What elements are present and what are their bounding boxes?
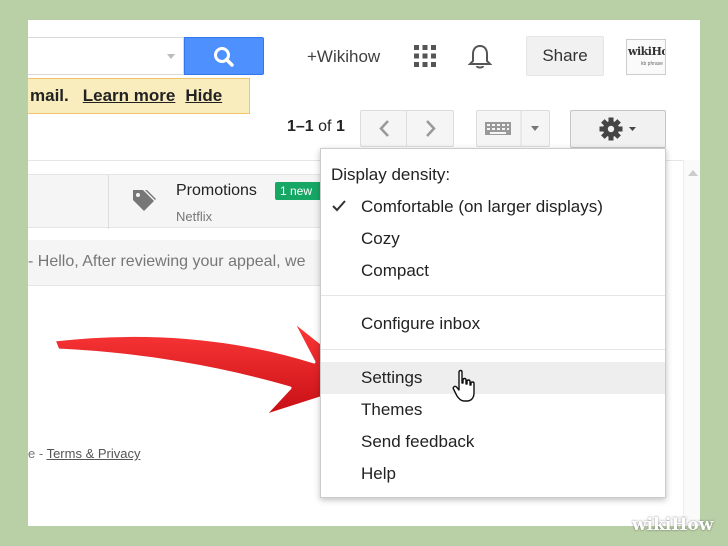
tag-icon [133,190,156,211]
search-button[interactable] [184,37,264,75]
menu-item-cozy[interactable]: Cozy [321,223,665,255]
menu-item-send-feedback[interactable]: Send feedback [321,426,665,458]
hand-cursor-icon [452,369,475,402]
menu-item-comfortable[interactable]: Comfortable (on larger displays) [321,191,665,223]
older-button[interactable] [360,110,408,147]
search-options-dropdown-icon[interactable] [167,54,175,59]
menu-item-themes[interactable]: Themes [321,394,665,426]
search-icon [214,47,234,67]
pagination-of: of [318,118,332,135]
hide-link[interactable]: Hide [185,86,222,105]
apps-grid-icon[interactable] [414,45,436,67]
terms-privacy-link[interactable]: Terms & Privacy [47,446,141,461]
input-tools-button[interactable] [476,110,550,147]
email-snippet[interactable]: - Hello, After reviewing your appeal, we [28,253,305,271]
menu-heading-display-density: Display density: [331,165,451,184]
notification-bar: mail. Learn more Hide [28,78,250,114]
newer-button[interactable] [406,110,454,147]
tab-promotions-title[interactable]: Promotions [176,182,257,200]
settings-dropdown-menu: Display density: Comfortable (on larger … [320,148,666,498]
avatar-sub-text: kb phrase [641,61,663,67]
chevron-right-icon [426,120,436,137]
notification-text: mail. [30,86,69,105]
menu-item-help[interactable]: Help [321,458,665,490]
google-plus-profile-link[interactable]: +Wikihow [307,47,380,67]
menu-separator [321,349,665,350]
footer: e - Terms & Privacy [28,446,140,461]
menu-separator [321,295,665,296]
share-button[interactable]: Share [526,36,604,76]
settings-gear-button[interactable] [570,110,666,148]
menu-item-configure-inbox[interactable]: Configure inbox [321,308,665,340]
scrollbar[interactable] [683,160,700,526]
menu-item-settings[interactable]: Settings [321,362,665,394]
pagination-count: 1–1 of 1 [287,118,345,136]
search-input[interactable] [28,37,184,75]
avatar-logo-text: wikiHow [628,45,665,58]
avatar[interactable]: wikiHow kb phrase [626,39,666,75]
learn-more-link[interactable]: Learn more [83,86,176,105]
check-icon [332,200,346,212]
scroll-up-arrow-icon[interactable] [688,170,698,176]
footer-prefix: e - [28,446,47,461]
pagination-total: 1 [335,118,345,135]
wikihow-watermark: wikiHow [632,515,713,535]
watermark-wiki: wiki [632,515,672,535]
menu-item-comfortable-label: Comfortable (on larger displays) [361,197,603,216]
chevron-left-icon [379,120,389,137]
keyboard-icon [485,111,539,146]
tab-separator [108,175,109,229]
pagination-range: 1–1 [287,118,314,135]
bell-icon[interactable] [468,44,492,70]
gear-icon [599,117,636,141]
watermark-how: How [671,515,714,535]
tab-promotions-sender: Netflix [176,209,213,224]
menu-item-compact[interactable]: Compact [321,255,665,287]
gmail-window: +Wikihow Share wikiHow kb phrase mail. Le… [28,20,700,526]
